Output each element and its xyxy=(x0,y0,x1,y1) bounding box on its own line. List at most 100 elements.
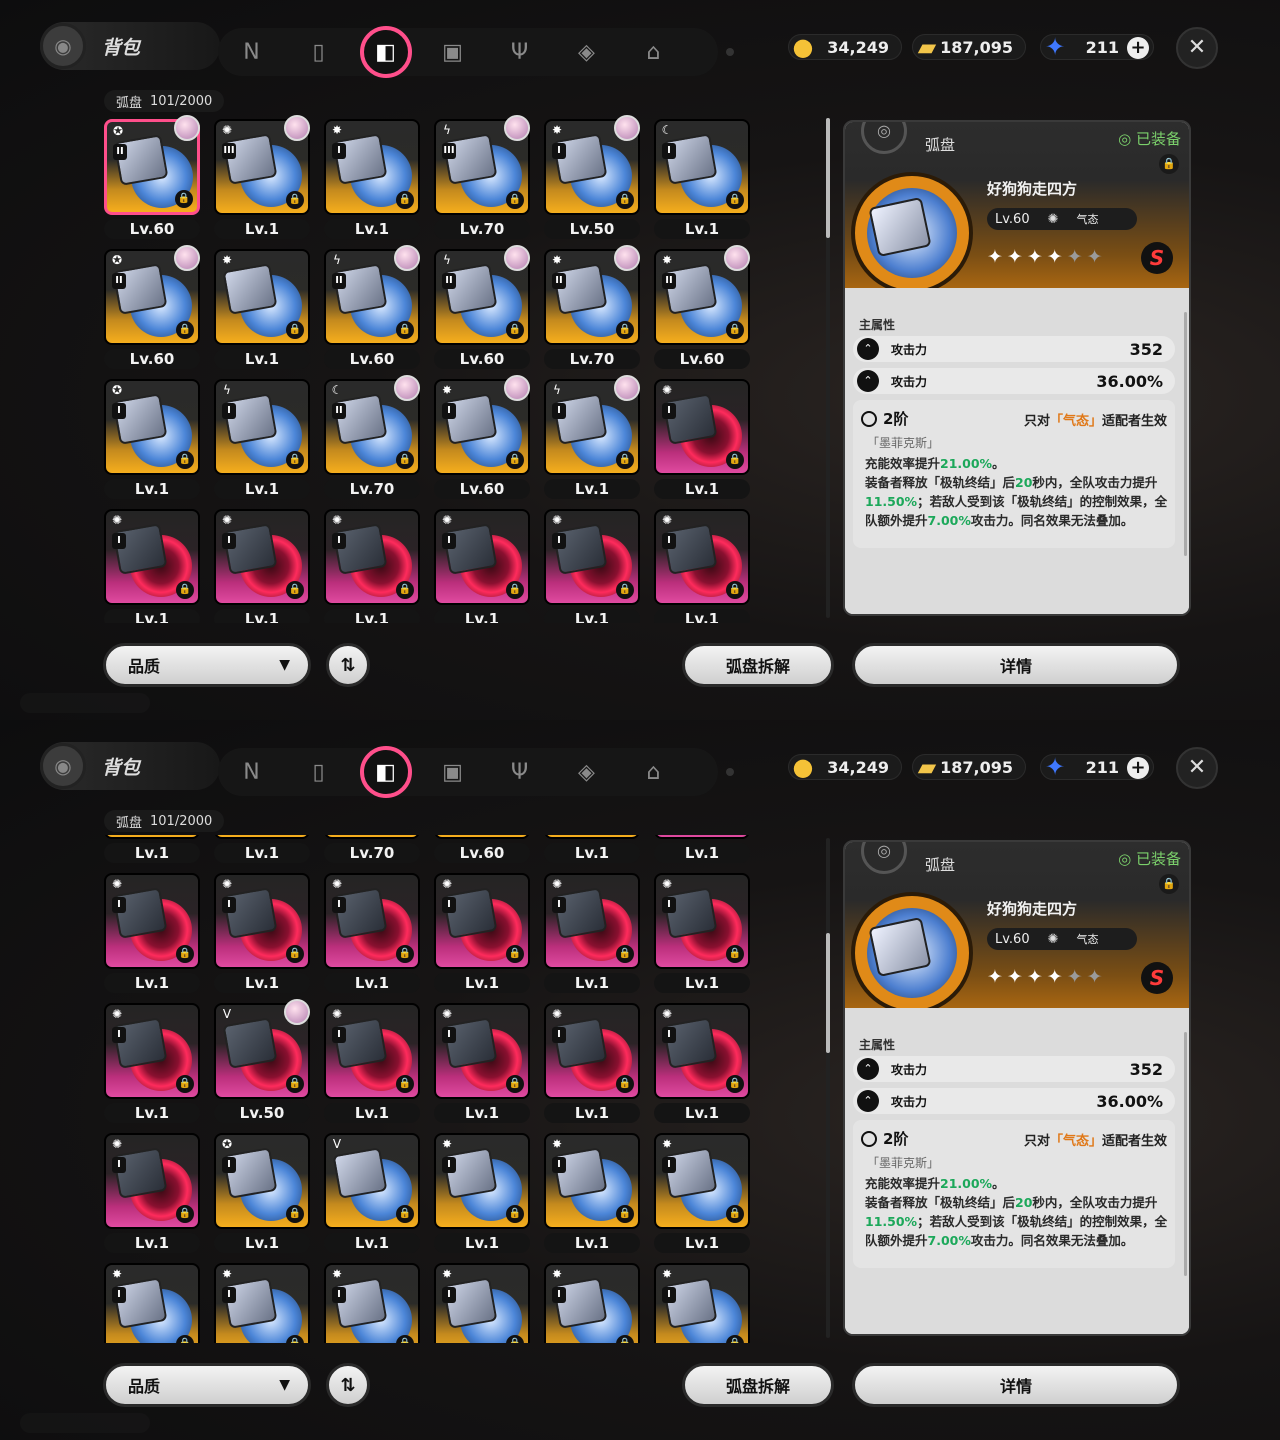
disc-slot[interactable]: ☾ II 🔒 Lv.70 xyxy=(320,375,420,501)
disc-slot[interactable]: ✺ I 🔒 Lv.1 xyxy=(320,869,420,995)
tab-agents[interactable]: Ν xyxy=(218,748,285,796)
dismantle-button[interactable]: 弧盘拆解 xyxy=(682,643,834,687)
disc-slot[interactable]: 🔒 Lv.70 xyxy=(320,835,420,865)
tab-bangboo[interactable]: ▯ xyxy=(285,28,352,76)
add-polychrome-button[interactable]: + xyxy=(1127,757,1149,779)
tab-materials[interactable]: ▣ xyxy=(419,748,486,796)
disc-slot[interactable]: ✸I🔒Lv.1 xyxy=(430,1259,530,1343)
dismantle-button[interactable]: 弧盘拆解 xyxy=(682,1363,834,1407)
tab-drive-disc[interactable]: ◧ xyxy=(352,746,419,798)
disc-grid-viewport[interactable]: 🔒Lv.1🔒Lv.1🔒Lv.70🔒Lv.60🔒Lv.1🔒Lv.1✺I🔒Lv.1✺… xyxy=(100,835,760,1343)
lock-icon: 🔒 xyxy=(506,1335,524,1343)
disc-slot[interactable]: ✺ I 🔒 Lv.1 xyxy=(100,869,200,995)
disc-slot[interactable]: V 🔒 Lv.1 xyxy=(320,1129,420,1255)
disc-slot[interactable]: ✪ II 🔒 Lv.60 xyxy=(100,115,200,241)
disc-slot[interactable]: ✺ I 🔒 Lv.1 xyxy=(100,1129,200,1255)
disc-slot[interactable]: V 🔒 Lv.50 xyxy=(210,999,310,1125)
disc-slot[interactable]: ✺ I 🔒 Lv.1 xyxy=(650,505,750,623)
detail-scrollbar[interactable] xyxy=(1184,1032,1187,1276)
tab-home[interactable]: ⌂ xyxy=(620,748,687,796)
tab-wengine[interactable]: ◈ xyxy=(553,28,620,76)
disc-slot[interactable]: ✺ I 🔒 Lv.1 xyxy=(100,505,200,623)
disc-slot[interactable]: ✺ I 🔒 Lv.1 xyxy=(540,505,640,623)
disc-slot[interactable]: ✸I🔒Lv.1 xyxy=(320,115,420,241)
equipped-agent-avatar xyxy=(174,245,200,271)
disc-slot[interactable]: ✺ I 🔒 Lv.1 xyxy=(650,999,750,1125)
disc-slot[interactable]: ✸I🔒Lv.1 xyxy=(540,1259,640,1343)
disc-slot[interactable]: ✺ I 🔒 Lv.1 xyxy=(210,869,310,995)
disc-slot[interactable]: ✸I🔒Lv.1 xyxy=(540,1129,640,1255)
disc-slot[interactable]: ✸I🔒Lv.1 xyxy=(100,1259,200,1343)
disc-slot[interactable]: ϟ I 🔒 Lv.1 xyxy=(540,375,640,501)
disc-slot[interactable]: ✸I🔒Lv.1 xyxy=(210,1259,310,1343)
inventory-screen-bottom: ◉ 背包 Ν ▯ ◧ ▣ Ψ ◈ ⌂ ● 34,249 ▰ 187,095 ✦ 211… xyxy=(0,720,1280,1440)
close-button[interactable]: ✕ xyxy=(1176,27,1218,69)
disc-slot[interactable]: ✪ I 🔒 Lv.1 xyxy=(100,375,200,501)
set-note-attr: 「气态」 xyxy=(1049,1134,1102,1149)
disc-slot[interactable]: 🔒 Lv.1 xyxy=(100,835,200,865)
add-polychrome-button[interactable]: + xyxy=(1127,37,1149,59)
lock-toggle[interactable]: 🔒 xyxy=(1159,874,1179,894)
disc-slot[interactable]: ϟ II 🔒 Lv.60 xyxy=(320,245,420,371)
tab-materials[interactable]: ▣ xyxy=(419,28,486,76)
disc-slot[interactable]: ✺ I 🔒 Lv.1 xyxy=(430,999,530,1125)
disc-slot[interactable]: ✺ I 🔒 Lv.1 xyxy=(210,505,310,623)
disc-slot[interactable]: ✸I🔒Lv.1 xyxy=(320,1259,420,1343)
sort-order-button[interactable]: ⇅ xyxy=(326,643,370,687)
grid-scrollbar[interactable] xyxy=(826,838,830,1338)
disc-slot[interactable]: ϟ II 🔒 Lv.60 xyxy=(430,245,530,371)
equipped-status: ◎ 已装备 xyxy=(1118,850,1181,868)
sort-order-button[interactable]: ⇅ xyxy=(326,1363,370,1407)
disc-slot[interactable]: ✸I🔒Lv.1 xyxy=(430,1129,530,1255)
sort-dropdown[interactable]: 品质 ▼ xyxy=(103,643,311,687)
close-button[interactable]: ✕ xyxy=(1176,747,1218,789)
tab-wengine[interactable]: ◈ xyxy=(553,748,620,796)
disc-slot[interactable]: ✺ I 🔒 Lv.1 xyxy=(540,869,640,995)
details-button[interactable]: 详情 xyxy=(852,643,1180,687)
disc-slot[interactable]: ✺ I 🔒 Lv.1 xyxy=(650,869,750,995)
disc-slot[interactable]: ✸ I 🔒 Lv.60 xyxy=(430,375,530,501)
tab-food[interactable]: Ψ xyxy=(486,28,553,76)
disc-card: ✺ I 🔒 xyxy=(104,1003,200,1099)
disc-slot[interactable]: ✺ I 🔒 Lv.1 xyxy=(430,505,530,623)
disc-slot[interactable]: ✺ I 🔒 Lv.1 xyxy=(320,999,420,1125)
tab-agents[interactable]: Ν xyxy=(218,28,285,76)
tab-food[interactable]: Ψ xyxy=(486,748,553,796)
lock-toggle[interactable]: 🔒 xyxy=(1159,154,1179,174)
disc-slot[interactable]: ✸ II 🔒 Lv.60 xyxy=(650,245,750,371)
disc-slot[interactable]: ✺ I 🔒 Lv.1 xyxy=(430,869,530,995)
disc-slot[interactable]: ✺ I 🔒 Lv.1 xyxy=(100,999,200,1125)
disc-slot[interactable]: 🔒 Lv.60 xyxy=(430,835,530,865)
disc-slot[interactable]: ϟ I 🔒 Lv.1 xyxy=(210,375,310,501)
disc-slot[interactable]: ✪ I 🔒 Lv.1 xyxy=(210,1129,310,1255)
detail-scrollbar[interactable] xyxy=(1184,312,1187,556)
tab-home[interactable]: ⌂ xyxy=(620,28,687,76)
disc-slot[interactable]: ☾ I 🔒 Lv.1 xyxy=(650,115,750,241)
disc-slot[interactable]: ✸ II 🔒 Lv.70 xyxy=(540,245,640,371)
attribute-icon: ✺ xyxy=(661,383,673,397)
disc-slot[interactable]: ✺ I 🔒 Lv.1 xyxy=(540,999,640,1125)
disc-slot[interactable]: 🔒 Lv.1 xyxy=(210,835,310,865)
disc-grid-viewport[interactable]: ✪ II 🔒 Lv.60 ✺ III 🔒 Lv.1 ✸ I 🔒 Lv.1 ϟ III 🔒 Lv.70 ✸ I 🔒 Lv… xyxy=(100,115,760,623)
disc-slot[interactable]: ✺ I 🔒 Lv.1 xyxy=(650,375,750,501)
disc-slot[interactable]: ϟ III 🔒 Lv.70 xyxy=(430,115,530,241)
disc-slot[interactable]: ✸I🔒Lv.1 xyxy=(650,1129,750,1255)
tab-drive-disc[interactable]: ◧ xyxy=(352,26,419,78)
disc-slot[interactable]: ✸ I 🔒 Lv.50 xyxy=(540,115,640,241)
attribute-icon: ✸ xyxy=(441,383,453,397)
grid-scrollbar-thumb[interactable] xyxy=(826,933,830,1053)
grid-scrollbar[interactable] xyxy=(826,118,830,618)
disc-slot[interactable]: ✸ 🔒 Lv.1 xyxy=(210,245,310,371)
disc-slot[interactable]: 🔒 Lv.1 xyxy=(650,835,750,865)
lock-icon: 🔒 xyxy=(506,1205,524,1223)
grid-scrollbar-thumb[interactable] xyxy=(826,118,830,238)
disc-slot[interactable]: 🔒 Lv.1 xyxy=(540,835,640,865)
tab-bangboo[interactable]: ▯ xyxy=(285,748,352,796)
disc-case-art xyxy=(222,1017,278,1069)
details-button[interactable]: 详情 xyxy=(852,1363,1180,1407)
disc-slot[interactable]: ✺ I 🔒 Lv.1 xyxy=(320,505,420,623)
disc-slot[interactable]: ✺ III 🔒 Lv.1 xyxy=(210,115,310,241)
disc-slot[interactable]: ✪ II 🔒 Lv.60 xyxy=(100,245,200,371)
disc-slot[interactable]: ✸I🔒Lv.1 xyxy=(650,1259,750,1343)
sort-dropdown[interactable]: 品质 ▼ xyxy=(103,1363,311,1407)
